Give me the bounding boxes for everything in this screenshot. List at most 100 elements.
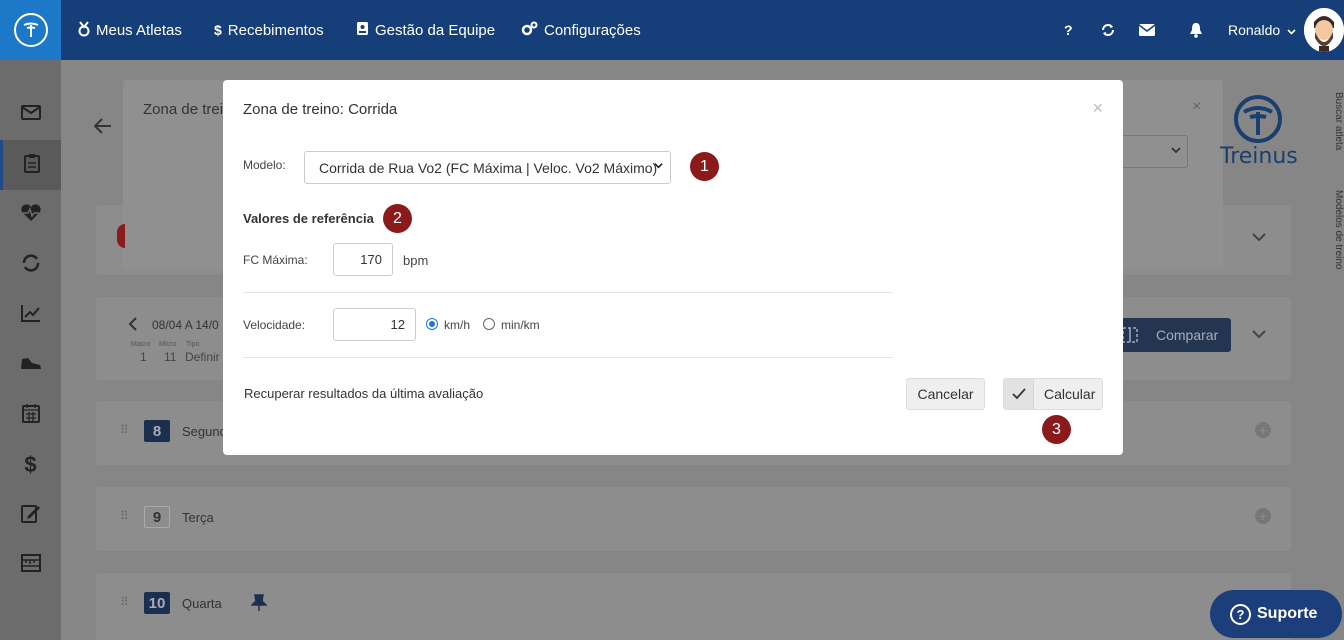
vertical-search-tab[interactable]: Buscar atleta [1333, 92, 1344, 150]
micro-value: 11 [164, 350, 177, 364]
day-number-badge: 9 [144, 506, 170, 528]
gears-icon [521, 21, 538, 39]
model-select-value: Corrida de Rua Vo2 (FC Máxima | Veloc. V… [319, 159, 658, 176]
speed-input[interactable]: 12 [333, 308, 416, 341]
help-button[interactable]: ? [1064, 0, 1073, 60]
sidebar-item-calendar[interactable] [0, 390, 61, 440]
macro-label: Macro [131, 341, 151, 348]
tipo-value: Definir [185, 350, 220, 364]
close-icon[interactable]: × [1092, 98, 1103, 119]
sidebar-item-evaluations[interactable] [0, 490, 61, 540]
micro-label: Micro [159, 341, 177, 348]
chevron-left-icon[interactable] [128, 317, 138, 336]
nav-recebimentos[interactable]: $ Recebimentos [214, 0, 324, 60]
step-marker-1: 1 [690, 152, 719, 181]
bg-card-day-10 [96, 573, 1291, 640]
nav-configuracoes-label: Configurações [544, 21, 641, 39]
pin-icon[interactable] [250, 594, 268, 617]
cancel-label: Cancelar [917, 386, 974, 402]
back-arrow-icon[interactable] [93, 118, 112, 139]
fc-max-input[interactable]: 170 [333, 243, 393, 276]
divider [243, 357, 893, 358]
id-badge-icon [356, 21, 369, 39]
question-circle-icon: ? [1230, 603, 1251, 625]
heartbeat-icon [20, 203, 42, 227]
sync-icon [21, 253, 41, 278]
speed-label: Velocidade: [243, 318, 306, 332]
app-logo[interactable] [0, 0, 61, 60]
model-label: Modelo: [243, 158, 286, 172]
chevron-down-icon [1287, 22, 1296, 38]
treinus-logo-icon [13, 13, 48, 47]
chevron-down-icon[interactable] [1252, 326, 1266, 344]
calculate-button[interactable]: Calcular [1003, 378, 1103, 410]
sidebar-item-shoes[interactable] [0, 340, 61, 390]
recover-results-link[interactable]: Recuperar resultados da última avaliação [244, 386, 483, 401]
ruler-icon [20, 553, 41, 577]
model-select[interactable]: Corrida de Rua Vo2 (FC Máxima | Veloc. V… [304, 151, 671, 184]
unit-minkm-radio[interactable] [483, 318, 495, 330]
nav-gestao-equipe[interactable]: Gestão da Equipe [356, 0, 495, 60]
nav-recebimentos-label: Recebimentos [227, 21, 324, 39]
drag-handle-icon[interactable]: ⠿ [120, 595, 129, 609]
sneaker-icon [20, 355, 42, 376]
add-circle-icon[interactable]: + [1255, 422, 1271, 438]
chevron-down-icon [654, 163, 663, 169]
nav-configuracoes[interactable]: Configurações [521, 0, 641, 60]
support-label: Suporte [1257, 605, 1318, 622]
user-menu[interactable]: Ronaldo [1228, 0, 1296, 60]
nav-meus-atletas-label: Meus Atletas [96, 21, 182, 39]
vertical-models-tab[interactable]: Modelos de treino [1333, 190, 1344, 270]
calculate-label: Calcular [1044, 386, 1096, 402]
compare-label: Comparar [1156, 327, 1219, 343]
reference-values-title: Valores de referência [243, 211, 374, 226]
day-name: Segund [182, 424, 227, 439]
unit-kmh-radio[interactable] [426, 318, 438, 330]
day-name: Terça [182, 510, 214, 525]
sync-icon[interactable] [1101, 0, 1115, 60]
week-range: 08/04 A 14/0 [152, 318, 219, 332]
bg-panel-title: Zona de trei [143, 101, 224, 118]
sidebar-item-finance[interactable]: $ [0, 440, 61, 490]
bg-card-day-9 [96, 487, 1291, 551]
day-number-badge: 10 [144, 592, 170, 614]
bg-close-icon: × [1192, 98, 1202, 115]
bg-marker-partial [117, 224, 125, 248]
mail-icon[interactable] [1139, 0, 1155, 60]
bg-select [1120, 135, 1188, 168]
envelope-icon [20, 105, 41, 125]
sidebar-item-messages[interactable] [0, 90, 61, 140]
step-marker-3: 3 [1042, 415, 1071, 444]
calendar-icon [21, 403, 40, 428]
chevron-down-icon[interactable] [1252, 229, 1266, 247]
step-marker-2: 2 [383, 204, 412, 233]
drag-handle-icon[interactable]: ⠿ [120, 509, 129, 523]
bell-icon[interactable] [1189, 0, 1203, 60]
check-icon [1004, 379, 1034, 409]
sidebar-item-cycles[interactable] [0, 240, 61, 290]
sidebar: $ [0, 60, 61, 640]
compare-button[interactable]: Comparar [1114, 318, 1231, 352]
day-number-badge: 8 [144, 420, 170, 442]
sidebar-item-reports[interactable] [0, 290, 61, 340]
macro-value: 1 [140, 350, 147, 364]
add-circle-icon[interactable]: + [1255, 508, 1271, 524]
help-label: ? [1064, 22, 1073, 38]
day-name: Quarta [182, 596, 222, 611]
nav-gestao-equipe-label: Gestão da Equipe [375, 21, 496, 39]
compare-icon [1122, 327, 1138, 346]
fc-unit: bpm [403, 253, 429, 268]
sidebar-item-ruler[interactable] [0, 540, 61, 590]
support-button[interactable]: ? Suporte [1210, 590, 1342, 638]
unit-kmh-label[interactable]: km/h [444, 318, 470, 332]
avatar[interactable] [1304, 8, 1344, 52]
nav-meus-atletas[interactable]: Meus Atletas [78, 0, 182, 60]
cancel-button[interactable]: Cancelar [906, 378, 985, 410]
sidebar-item-health[interactable] [0, 190, 61, 240]
unit-minkm-label[interactable]: min/km [501, 318, 540, 332]
training-zone-modal: Zona de treino: Corrida × Modelo: Corrid… [223, 80, 1123, 455]
sidebar-item-planning[interactable] [0, 140, 61, 190]
modal-title: Zona de treino: Corrida [243, 101, 398, 118]
medal-icon [78, 20, 90, 40]
drag-handle-icon[interactable]: ⠿ [120, 423, 129, 437]
